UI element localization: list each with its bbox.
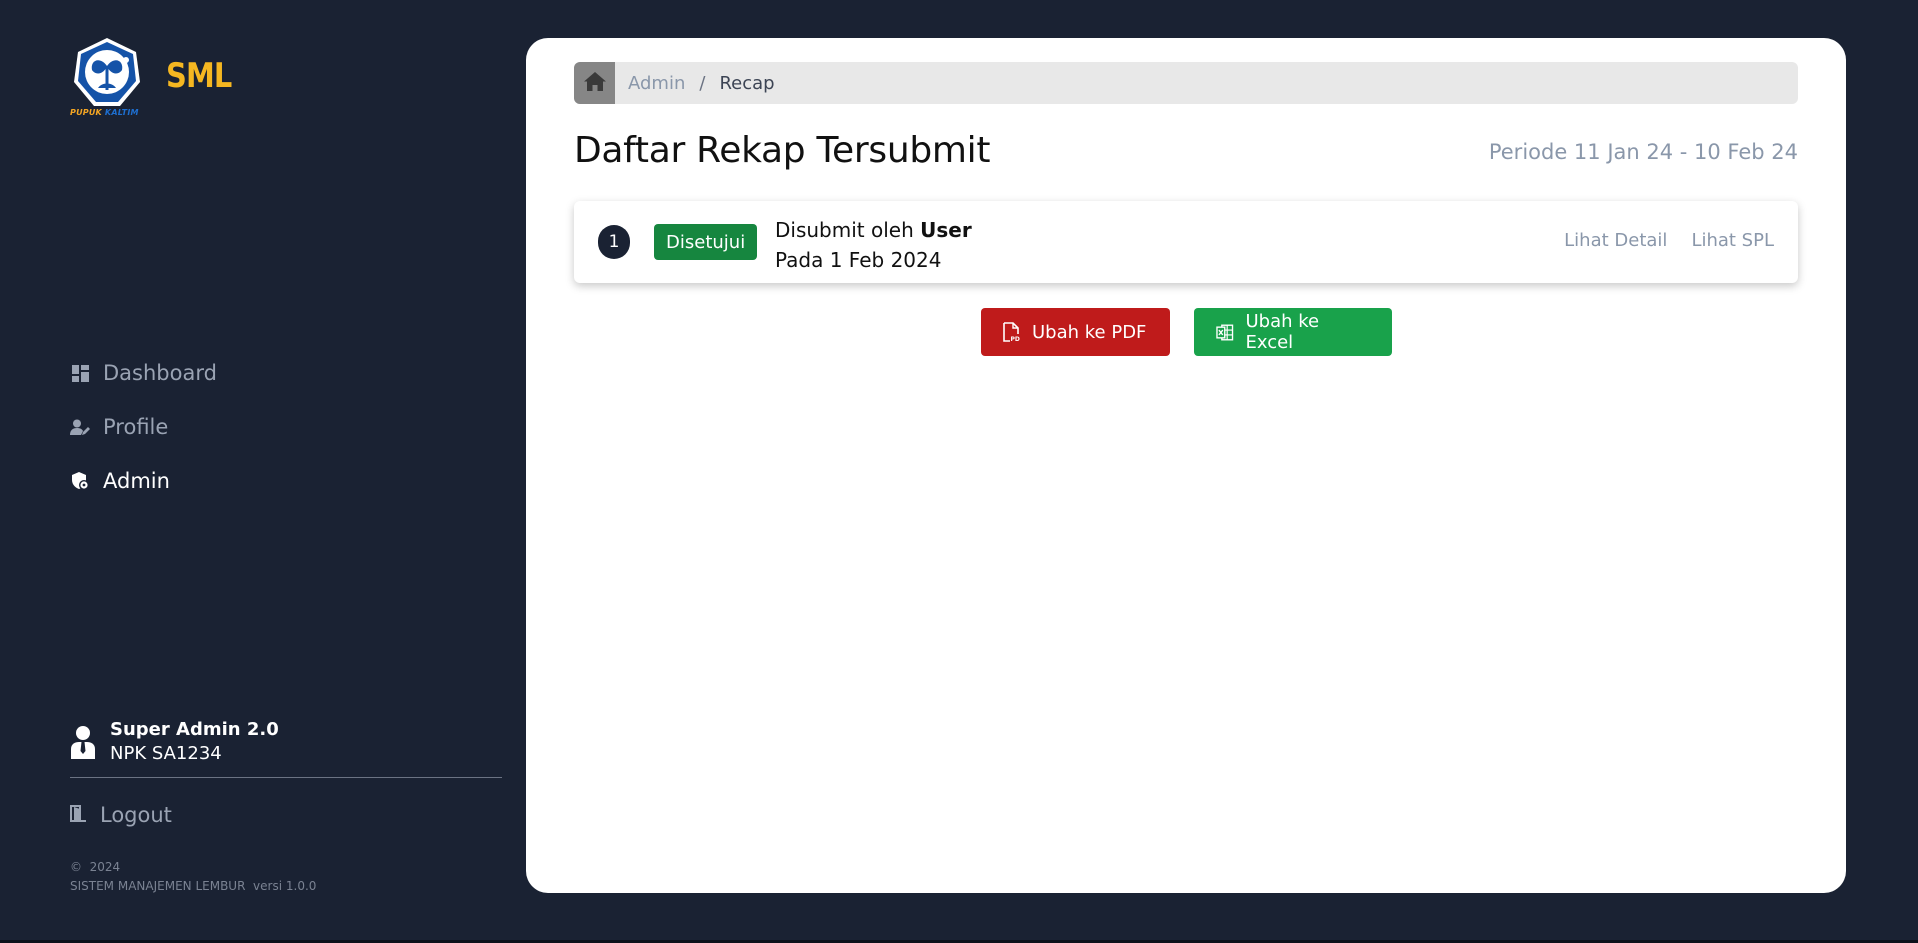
period-label: Periode 11 Jan 24 - 10 Feb 24: [1488, 140, 1798, 164]
export-pdf-button[interactable]: PDF Ubah ke PDF: [981, 308, 1170, 356]
submitter-name: User: [920, 218, 972, 242]
dashboard-icon: [70, 363, 90, 383]
page-title: Daftar Rekap Tersubmit: [574, 130, 991, 171]
logout-button[interactable]: Logout: [70, 803, 172, 827]
export-pdf-label: Ubah ke PDF: [1032, 321, 1147, 343]
file-pdf-icon: PDF: [1003, 322, 1020, 342]
app-root: PUPUK KALTIM SML Dashboard Profile Admin…: [0, 0, 1918, 943]
pupuk-kaltim-logo: PUPUK KALTIM: [70, 36, 144, 120]
door-exit-icon: [70, 804, 86, 826]
user-tie-icon: [70, 725, 96, 759]
sidebar-item-admin[interactable]: Admin: [70, 454, 217, 508]
breadcrumb-separator: /: [699, 72, 706, 94]
logo-emblem-icon: [74, 38, 140, 106]
copyright-text: © 2024: [70, 860, 121, 874]
view-spl-link[interactable]: Lihat SPL: [1691, 230, 1774, 251]
home-icon: [583, 71, 606, 95]
sidebar-item-label: Profile: [103, 415, 169, 439]
recap-number-badge: 1: [598, 225, 630, 259]
app-version-text: SISTEM MANAJEMEN LEMBUR versi 1.0.0: [70, 879, 317, 893]
brand-name: SML: [166, 56, 232, 96]
main-content: Admin / Recap Daftar Rekap Tersubmit Per…: [526, 38, 1846, 893]
shield-gear-icon: [70, 471, 90, 491]
sidebar: PUPUK KALTIM SML Dashboard Profile Admin…: [0, 0, 526, 943]
breadcrumb-home-button[interactable]: [574, 62, 615, 104]
logo-caption: PUPUK KALTIM: [70, 108, 139, 117]
file-excel-icon: [1216, 324, 1234, 340]
sidebar-item-label: Admin: [103, 469, 170, 493]
user-npk: NPK SA1234: [110, 743, 222, 764]
sidebar-nav: Dashboard Profile Admin: [70, 346, 217, 508]
recap-info: Disubmit oleh User Pada 1 Feb 2024: [775, 215, 972, 275]
sidebar-item-label: Dashboard: [103, 361, 217, 385]
view-detail-link[interactable]: Lihat Detail: [1564, 230, 1667, 251]
submitted-date: Pada 1 Feb 2024: [775, 248, 942, 272]
sidebar-item-dashboard[interactable]: Dashboard: [70, 346, 217, 400]
sidebar-footer: © 2024 SISTEM MANAJEMEN LEMBUR versi 1.0…: [70, 858, 316, 896]
status-badge: Disetujui: [654, 224, 758, 260]
breadcrumb-current: Recap: [719, 72, 775, 94]
recap-list-item: 1 Disetujui Disubmit oleh User Pada 1 Fe…: [574, 201, 1798, 283]
breadcrumb-admin-link[interactable]: Admin: [628, 73, 685, 94]
user-name: Super Admin 2.0: [110, 719, 279, 740]
svg-text:PDF: PDF: [1011, 336, 1021, 342]
submitted-by-line: Disubmit oleh User: [775, 218, 972, 242]
breadcrumb: Admin / Recap: [574, 62, 1798, 104]
user-edit-icon: [70, 417, 90, 437]
export-excel-button[interactable]: Ubah ke Excel: [1194, 308, 1392, 356]
sidebar-divider: [70, 777, 502, 778]
export-excel-label: Ubah ke Excel: [1245, 311, 1320, 353]
logout-label: Logout: [100, 803, 172, 827]
recap-links: Lihat Detail Lihat SPL: [1540, 230, 1774, 251]
sidebar-item-profile[interactable]: Profile: [70, 400, 217, 454]
current-user: Super Admin 2.0 NPK SA1234: [70, 718, 279, 766]
export-actions: PDF Ubah ke PDF Ubah ke Excel: [981, 308, 1392, 356]
brand: PUPUK KALTIM SML: [70, 36, 243, 120]
